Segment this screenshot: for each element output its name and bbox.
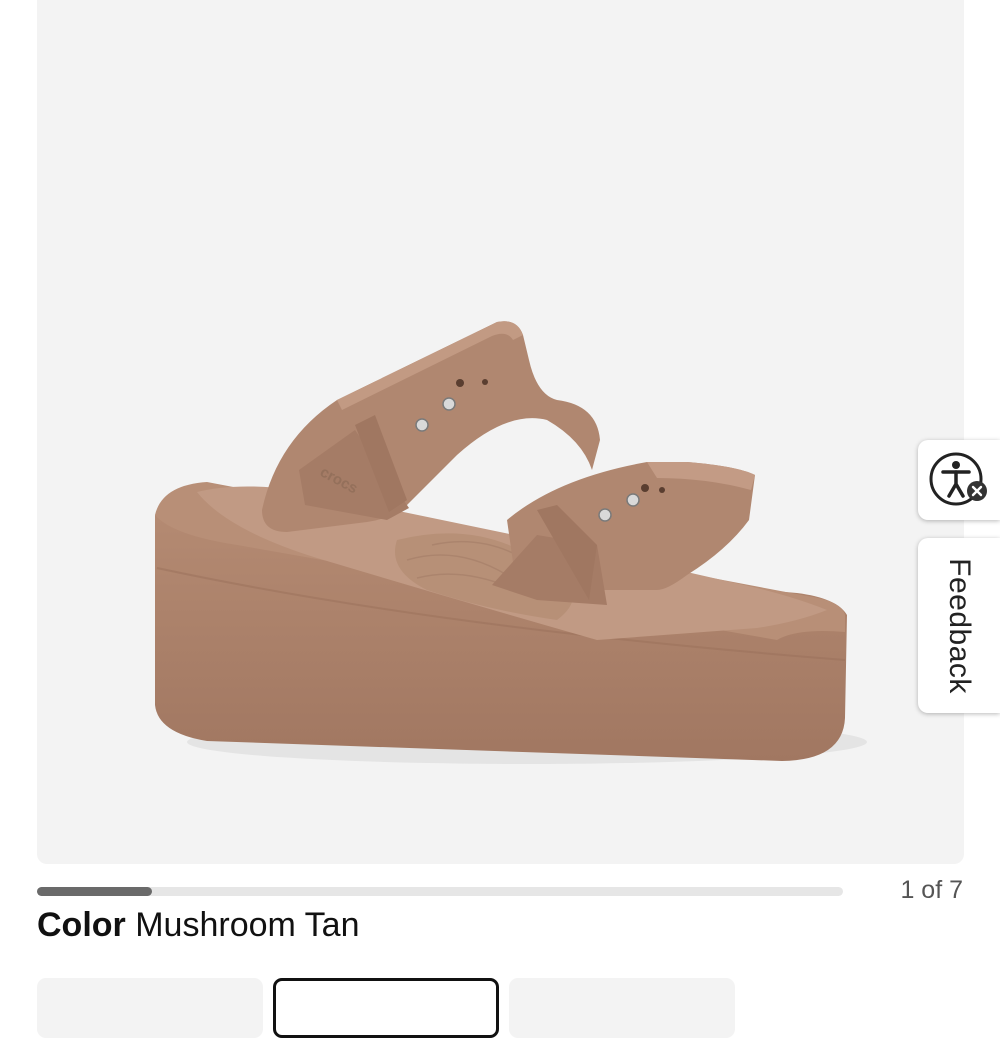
color-swatch[interactable] <box>509 978 735 1038</box>
feedback-label: Feedback <box>943 557 976 694</box>
color-swatch-selected[interactable] <box>273 978 499 1038</box>
gallery-progress-fill <box>37 887 153 896</box>
color-selection-label: Color Mushroom Tan <box>37 906 360 945</box>
gallery-progress-bar <box>37 887 843 896</box>
gallery-page-counter: 1 of 7 <box>900 876 963 904</box>
color-value: Mushroom Tan <box>135 906 360 944</box>
product-image-gallery[interactable]: crocs <box>37 0 964 864</box>
color-label: Color <box>37 906 126 944</box>
sandal-product-image: crocs <box>155 321 867 764</box>
accessibility-button[interactable] <box>918 440 1000 520</box>
feedback-tab[interactable]: Feedback <box>918 538 1000 713</box>
color-swatch[interactable] <box>37 978 263 1038</box>
accessibility-person-icon <box>929 452 987 506</box>
